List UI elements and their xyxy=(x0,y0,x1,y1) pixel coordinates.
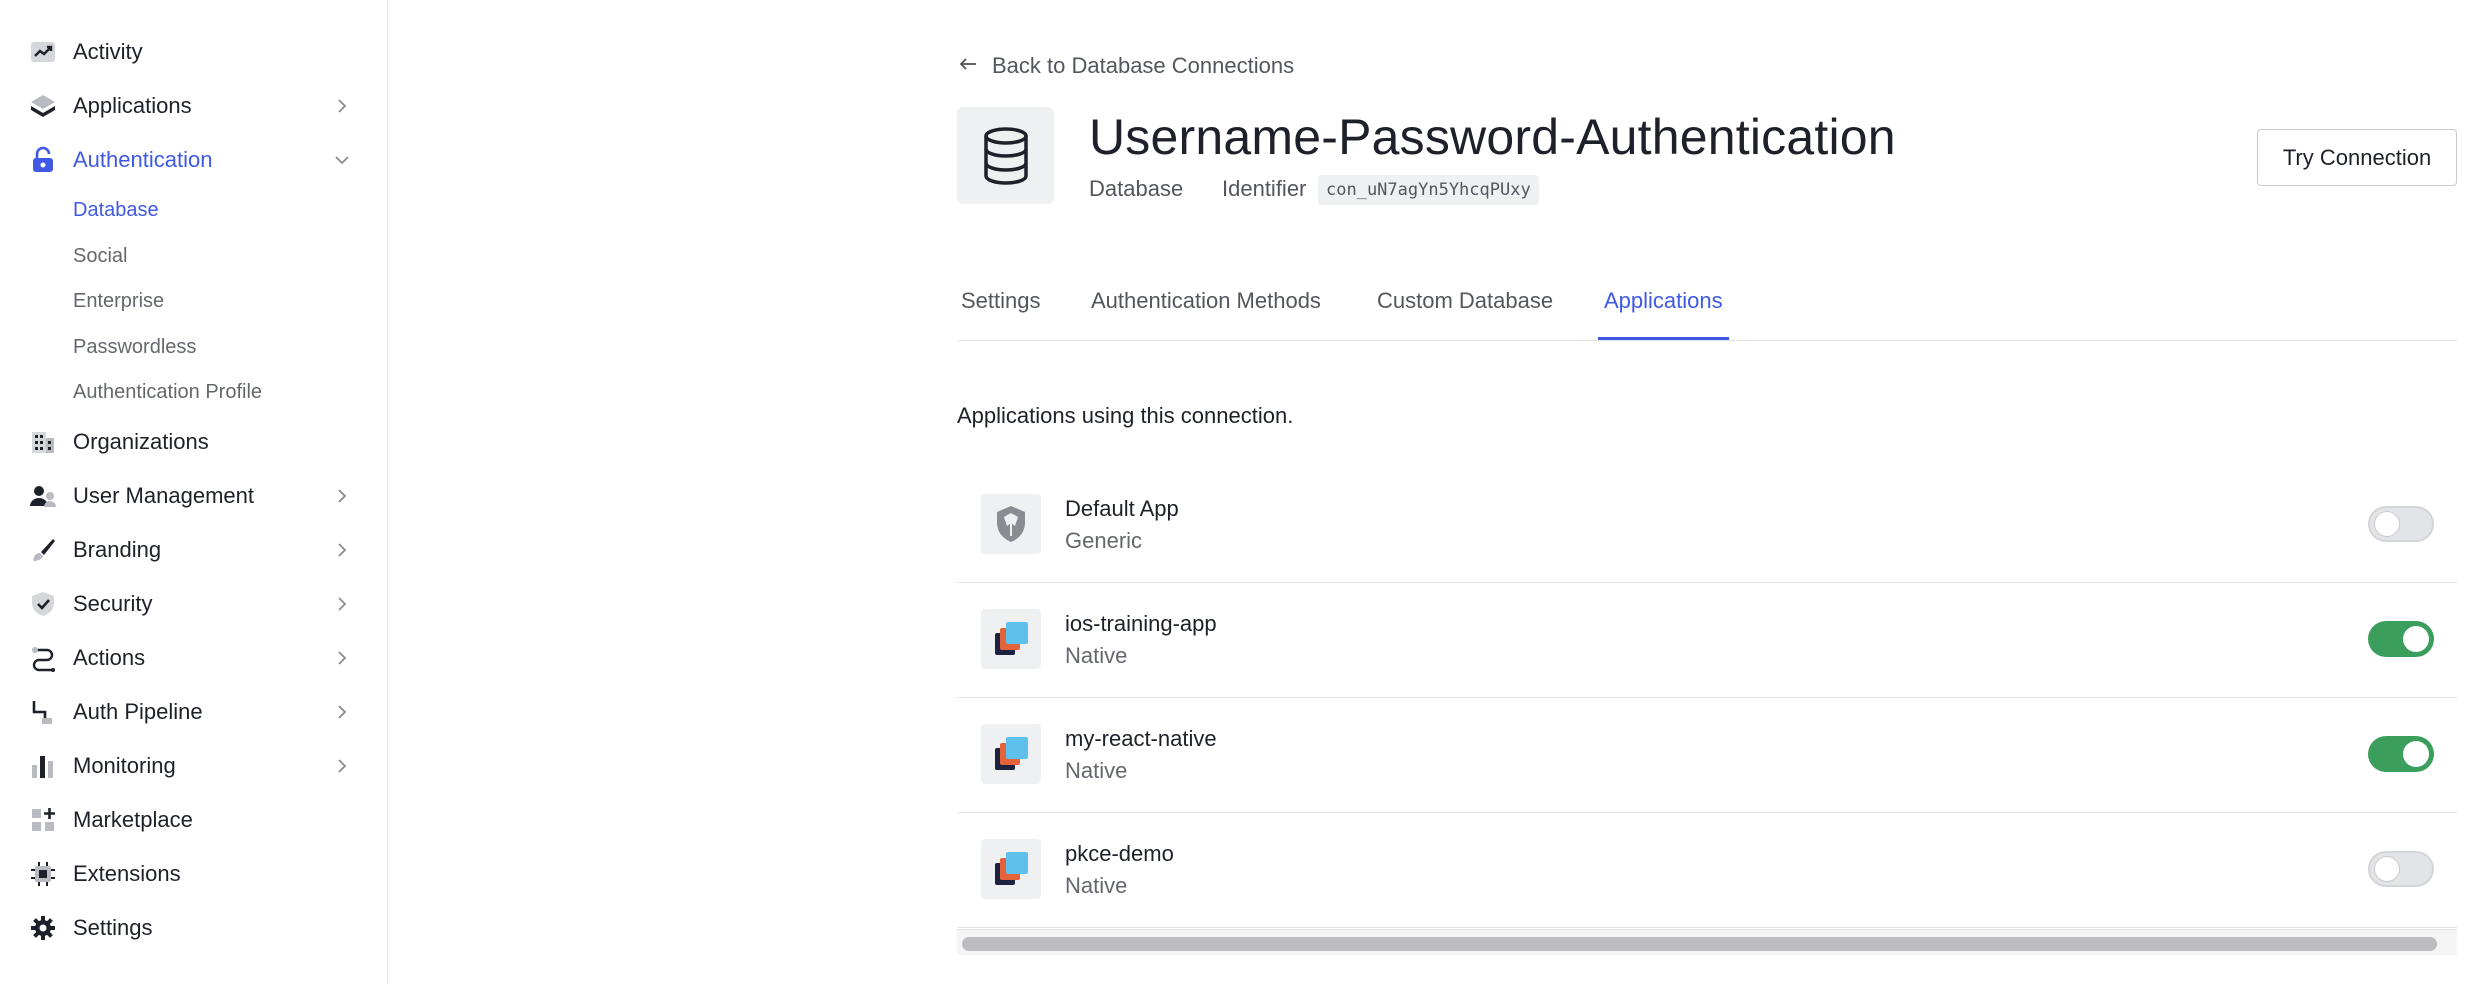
page-title: Username-Password-Authentication xyxy=(1089,109,1896,165)
horizontal-scrollbar[interactable] xyxy=(957,929,2457,955)
arrow-left-icon xyxy=(958,56,978,77)
sidebar-subitem-authentication-profile[interactable]: Authentication Profile xyxy=(73,378,262,406)
sidebar-item-label: Authentication xyxy=(73,147,213,172)
scrollbar-thumb[interactable] xyxy=(962,937,2437,951)
bar-chart-icon xyxy=(28,751,58,781)
chevron-right-icon xyxy=(332,702,352,722)
sidebar-item-monitoring[interactable]: Monitoring xyxy=(0,739,388,793)
actions-icon xyxy=(28,643,58,673)
sidebar-item-label: Settings xyxy=(73,915,153,940)
tab-bar: Settings Authentication Methods Custom D… xyxy=(957,280,2457,341)
sidebar-item-label: Actions xyxy=(73,645,146,670)
chevron-right-icon xyxy=(332,540,352,560)
sidebar-item-label: Applications xyxy=(73,93,192,118)
tab-custom-database[interactable]: Custom Database xyxy=(1377,288,1553,340)
sidebar-item-label: Marketplace xyxy=(73,807,193,832)
app-name: pkce-demo xyxy=(1065,841,1174,866)
sidebar-item-user-management[interactable]: User Management xyxy=(0,469,388,523)
app-name: Default App xyxy=(1065,496,1179,521)
list-item: ios-training-app Native xyxy=(957,583,2457,698)
pipeline-icon xyxy=(28,697,58,727)
sidebar-item-marketplace[interactable]: Marketplace xyxy=(0,793,388,847)
gear-icon xyxy=(28,913,58,943)
app-connection-toggle[interactable] xyxy=(2368,621,2434,657)
sidebar-item-applications[interactable]: Applications xyxy=(0,79,388,133)
lock-icon xyxy=(28,145,58,175)
organizations-icon xyxy=(28,427,58,457)
chevron-right-icon xyxy=(332,756,352,776)
sidebar-item-label: Activity xyxy=(73,39,143,64)
app-name: my-react-native xyxy=(1065,726,1217,751)
native-app-icon xyxy=(981,609,1041,669)
sidebar-item-label: User Management xyxy=(73,483,254,508)
shield-logo-icon xyxy=(981,494,1041,554)
tab-settings[interactable]: Settings xyxy=(961,288,1041,340)
identifier-value[interactable]: con_uN7agYn5YhcqPUxy xyxy=(1318,175,1539,205)
sidebar-item-auth-pipeline[interactable]: Auth Pipeline xyxy=(0,685,388,739)
chevron-right-icon xyxy=(332,486,352,506)
app-connection-toggle[interactable] xyxy=(2368,851,2434,887)
sidebar-item-extensions[interactable]: Extensions xyxy=(0,847,388,901)
chevron-down-icon xyxy=(332,150,352,170)
app-name: ios-training-app xyxy=(1065,611,1217,636)
sidebar-item-activity[interactable]: Activity xyxy=(0,25,388,79)
tab-applications[interactable]: Applications xyxy=(1598,288,1729,340)
sidebar-item-organizations[interactable]: Organizations xyxy=(0,415,388,469)
sidebar-item-branding[interactable]: Branding xyxy=(0,523,388,577)
database-icon xyxy=(957,107,1054,204)
back-link-label: Back to Database Connections xyxy=(992,53,1295,78)
sidebar-item-label: Branding xyxy=(73,537,162,562)
sidebar-item-settings[interactable]: Settings xyxy=(0,901,388,955)
users-icon xyxy=(28,481,58,511)
list-item: Default App Generic xyxy=(957,468,2457,583)
applications-icon xyxy=(28,91,58,121)
app-type: Native xyxy=(1065,643,1128,668)
sidebar-item-security[interactable]: Security xyxy=(0,577,388,631)
app-type: Native xyxy=(1065,873,1128,898)
app-type: Native xyxy=(1065,758,1128,783)
sidebar-item-label: Extensions xyxy=(73,861,181,886)
try-connection-button[interactable]: Try Connection xyxy=(2257,129,2457,186)
native-app-icon xyxy=(981,839,1041,899)
marketplace-icon xyxy=(28,805,58,835)
chip-icon xyxy=(28,859,58,889)
sidebar-subitem-social[interactable]: Social xyxy=(73,242,127,270)
native-app-icon xyxy=(981,724,1041,784)
sidebar-item-label: Organizations xyxy=(73,429,209,454)
list-item: pkce-demo Native xyxy=(957,813,2457,928)
sidebar-subitem-database[interactable]: Database xyxy=(73,196,159,224)
connection-type: Database xyxy=(1089,176,1184,201)
back-to-connections-link[interactable]: Back to Database Connections xyxy=(958,52,1294,80)
sidebar-item-authentication[interactable]: Authentication xyxy=(0,133,388,187)
tab-authentication-methods[interactable]: Authentication Methods xyxy=(1091,288,1321,340)
app-connection-toggle[interactable] xyxy=(2368,506,2434,542)
activity-icon xyxy=(28,37,58,67)
sidebar-item-label: Security xyxy=(73,591,153,616)
chevron-right-icon xyxy=(332,648,352,668)
section-description: Applications using this connection. xyxy=(957,403,1294,428)
list-item: my-react-native Native xyxy=(957,698,2457,813)
chevron-right-icon xyxy=(332,96,352,116)
sidebar-item-label: Monitoring xyxy=(73,753,176,778)
chevron-right-icon xyxy=(332,594,352,614)
app-connection-toggle[interactable] xyxy=(2368,736,2434,772)
sidebar-subitem-enterprise[interactable]: Enterprise xyxy=(73,287,164,315)
identifier-label: Identifier xyxy=(1222,176,1307,201)
sidebar-item-label: Auth Pipeline xyxy=(73,699,203,724)
app-type: Generic xyxy=(1065,528,1143,553)
shield-icon xyxy=(28,589,58,619)
brush-icon xyxy=(28,535,58,565)
sidebar-item-actions[interactable]: Actions xyxy=(0,631,388,685)
sidebar-subitem-passwordless[interactable]: Passwordless xyxy=(73,333,196,361)
sidebar: Activity Applications Authentication Dat… xyxy=(0,0,388,984)
